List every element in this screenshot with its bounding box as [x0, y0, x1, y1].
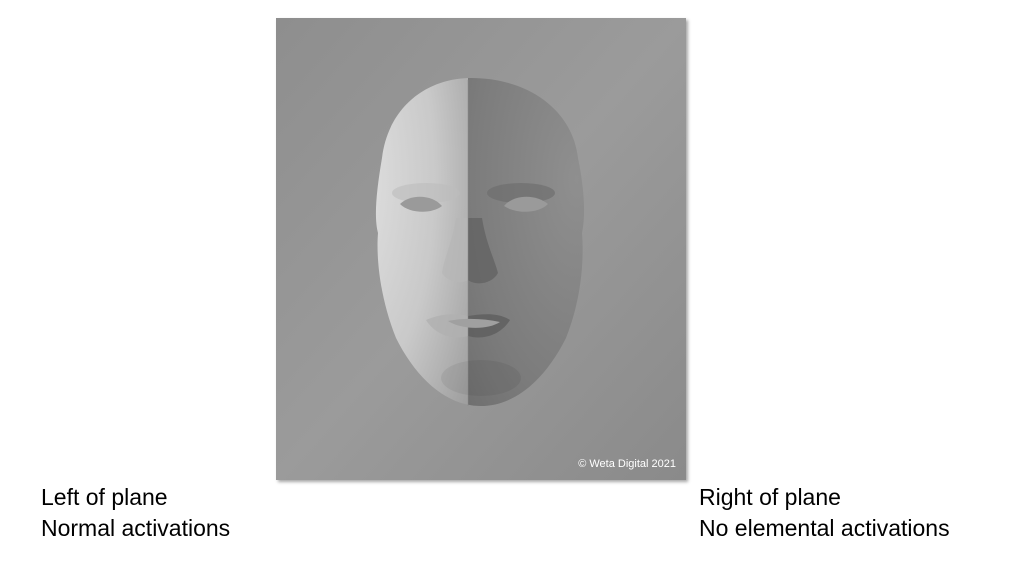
caption-right-title: Right of plane: [699, 484, 841, 510]
caption-left-title: Left of plane: [41, 484, 168, 510]
caption-left-subtitle: Normal activations: [41, 515, 231, 541]
caption-left-of-plane: Left of plane Normal activations: [41, 482, 230, 544]
copyright-notice: © Weta Digital 2021: [578, 458, 676, 470]
caption-right-of-plane: Right of plane No elemental activations: [699, 482, 950, 544]
caption-right-subtitle: No elemental activations: [699, 515, 950, 541]
face-render-image: [276, 18, 686, 480]
face-render-figure: © Weta Digital 2021: [276, 18, 686, 480]
